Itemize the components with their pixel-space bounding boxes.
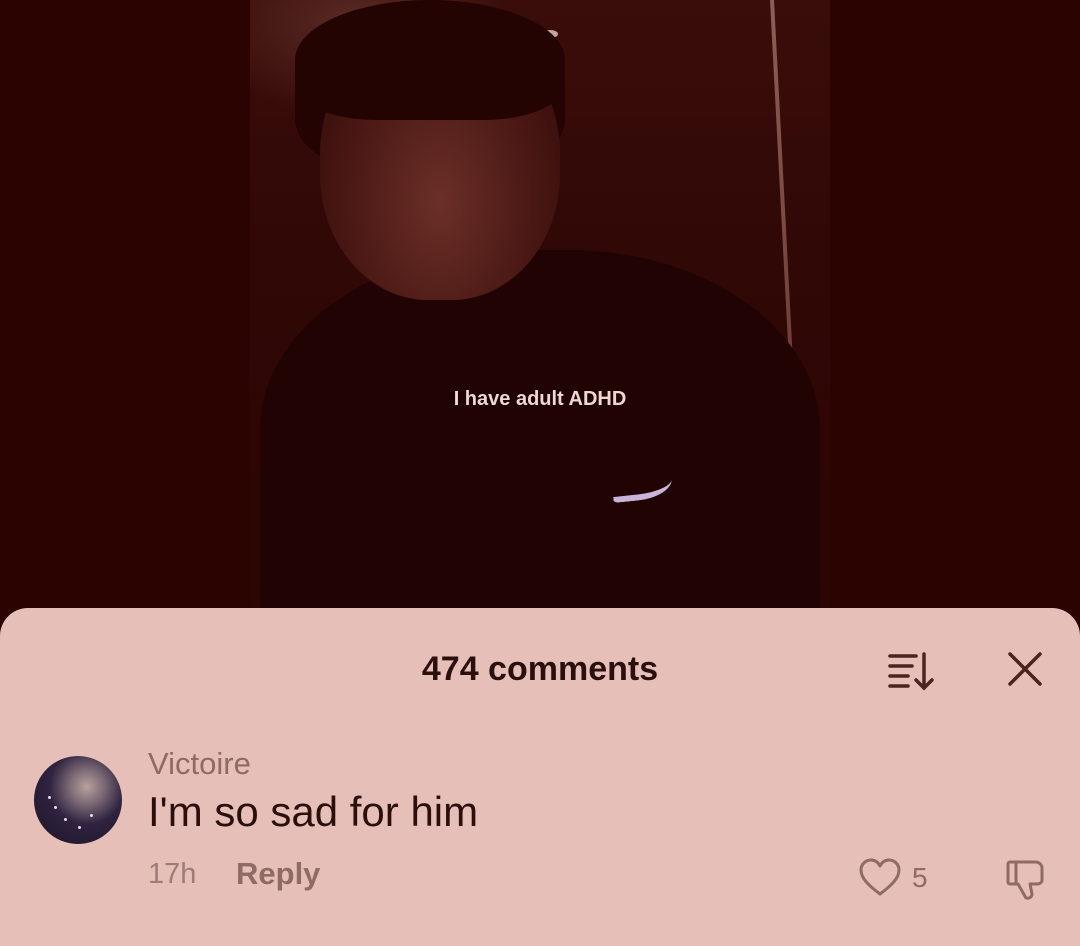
reply-button[interactable]: Reply — [236, 856, 320, 892]
avatar-sparkle — [54, 806, 57, 809]
like-button[interactable]: 5 — [858, 856, 948, 900]
avatar[interactable] — [34, 756, 122, 844]
comment-author[interactable]: Victoire — [148, 746, 251, 782]
like-count: 5 — [912, 862, 928, 893]
close-icon[interactable] — [1002, 646, 1048, 692]
video-player[interactable] — [250, 0, 830, 640]
person-body — [260, 250, 820, 640]
app-screen: I have adult ADHD 474 comments Victoire … — [0, 0, 1080, 946]
comments-sheet: 474 comments Victoire I'm so sad for him… — [0, 608, 1080, 946]
person-hair-fringe — [295, 0, 565, 120]
thumbs-down-icon[interactable] — [1002, 856, 1048, 902]
avatar-sparkle — [90, 814, 93, 817]
avatar-sparkle — [64, 818, 67, 821]
heart-icon — [859, 858, 901, 896]
avatar-sparkle — [48, 796, 51, 799]
avatar-sparkle — [78, 826, 81, 829]
video-caption: I have adult ADHD — [453, 388, 627, 410]
comment-timestamp: 17h — [148, 858, 197, 890]
comment-text: I'm so sad for him — [148, 788, 479, 835]
sort-icon[interactable] — [886, 646, 934, 694]
